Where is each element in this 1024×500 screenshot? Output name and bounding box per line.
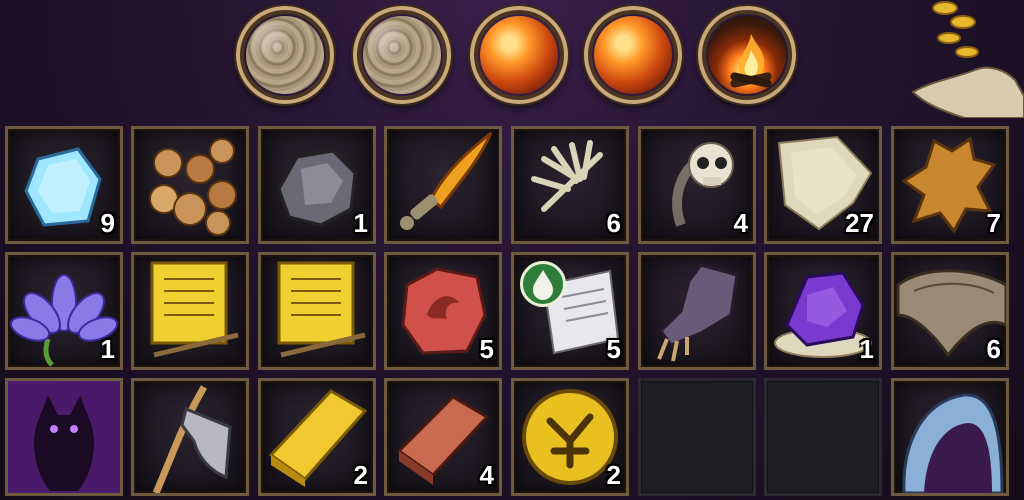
- shadow-demon-icon: [8, 381, 120, 493]
- iron-gauntlet-icon: [657, 263, 739, 362]
- inventory-slot-blue-lotus[interactable]: 1: [5, 252, 123, 370]
- water-drop-badge-icon: [520, 261, 566, 307]
- item-quantity: 2: [606, 460, 621, 490]
- fire-fang-icon: [400, 131, 493, 230]
- blue-hood-icon: [902, 393, 1004, 493]
- item-quantity: 5: [479, 334, 494, 364]
- gold-scroll-icon: [277, 261, 366, 358]
- inventory-grid: 9 1 6 4 27 7 1 5 5 1 6 2 4 2: [0, 124, 1024, 500]
- inventory-slot-gold-ingot[interactable]: 2: [258, 378, 376, 496]
- item-quantity: 6: [986, 334, 1001, 364]
- item-quantity: 27: [845, 208, 874, 238]
- inventory-slot-amethyst-ore[interactable]: 1: [764, 252, 882, 370]
- inventory-slot-gold-scroll-2[interactable]: [258, 252, 376, 370]
- inventory-slot-iron-gauntlet[interactable]: [638, 252, 756, 370]
- inventory-slot-leather-scrap[interactable]: 6: [891, 252, 1009, 370]
- coin-hand-icon[interactable]: [905, 0, 1024, 119]
- top-bar: [0, 0, 1024, 120]
- inventory-slot-fire-fang[interactable]: [384, 126, 502, 244]
- item-quantity: 1: [859, 334, 874, 364]
- inventory-slot-empty[interactable]: [764, 378, 882, 496]
- inventory-slot-shadow-demon[interactable]: [5, 378, 123, 496]
- inventory-slot-empty[interactable]: [638, 378, 756, 496]
- inventory-slot-red-rune-stone[interactable]: 5: [384, 252, 502, 370]
- item-quantity: 1: [353, 208, 368, 238]
- inventory-slot-iron-ore[interactable]: 1: [258, 126, 376, 244]
- item-quantity: 9: [100, 208, 115, 238]
- fire-orb-icon: [594, 16, 672, 94]
- item-quantity: 1: [100, 334, 115, 364]
- fire-orb-slot-2[interactable]: [584, 6, 682, 104]
- inventory-slot-stone-axe[interactable]: [131, 378, 249, 496]
- inventory-slot-copper-ingot[interactable]: 4: [384, 378, 502, 496]
- inventory-slot-ghost-skull[interactable]: 4: [638, 126, 756, 244]
- campfire-slot[interactable]: [698, 6, 796, 104]
- fire-orb-icon: [480, 16, 558, 94]
- item-quantity: 7: [986, 208, 1001, 238]
- stone-orb-slot-1[interactable]: [236, 6, 334, 104]
- fire-orb-slot-1[interactable]: [470, 6, 568, 104]
- stone-axe-icon: [152, 385, 232, 493]
- inventory-slot-animal-hide[interactable]: 7: [891, 126, 1009, 244]
- item-quantity: 2: [353, 460, 368, 490]
- item-quantity: 5: [606, 334, 621, 364]
- stone-orb-slot-2[interactable]: [353, 6, 451, 104]
- item-quantity: 4: [479, 460, 494, 490]
- stone-orb-icon: [363, 16, 441, 94]
- inventory-slot-copper-coins[interactable]: [131, 126, 249, 244]
- inventory-slot-linen-cloth[interactable]: 27: [764, 126, 882, 244]
- inventory-slot-gold-rune-coin[interactable]: 2: [511, 378, 629, 496]
- inventory-slot-ice-crystal[interactable]: 9: [5, 126, 123, 244]
- gold-scroll-icon: [150, 261, 239, 358]
- inventory-slot-water-recipe[interactable]: 5: [511, 252, 629, 370]
- campfire-icon: [708, 16, 786, 94]
- item-quantity: 6: [606, 208, 621, 238]
- copper-coins-icon: [149, 138, 237, 236]
- stone-orb-icon: [246, 16, 324, 94]
- inventory-slot-gold-scroll-1[interactable]: [131, 252, 249, 370]
- item-quantity: 4: [733, 208, 748, 238]
- inventory-slot-blue-hood[interactable]: [891, 378, 1009, 496]
- inventory-slot-skeleton-hand[interactable]: 6: [511, 126, 629, 244]
